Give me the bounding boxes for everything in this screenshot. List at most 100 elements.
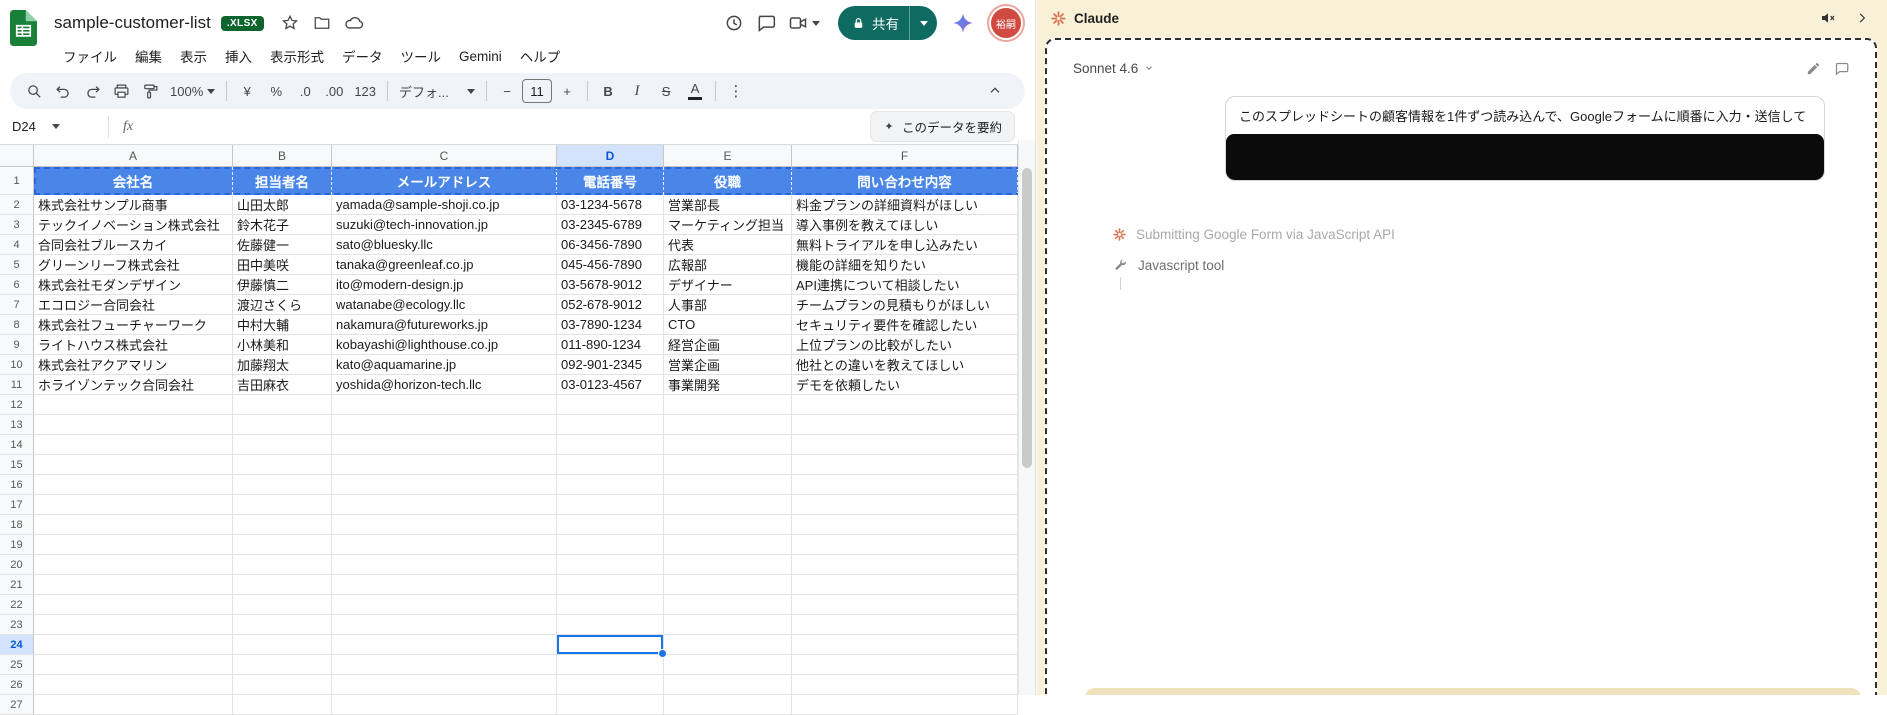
- tool-call-row[interactable]: Javascript tool: [1113, 258, 1875, 273]
- version-history-icon[interactable]: [718, 7, 750, 39]
- cell-F22[interactable]: [792, 595, 1018, 615]
- cell-D16[interactable]: [557, 475, 664, 495]
- cell-B23[interactable]: [233, 615, 332, 635]
- row-header-18[interactable]: 18: [0, 515, 34, 535]
- cell-E14[interactable]: [664, 435, 792, 455]
- cell-D27[interactable]: [557, 695, 664, 715]
- row-header-6[interactable]: 6: [0, 275, 34, 295]
- cell-D6[interactable]: 03-5678-9012: [557, 275, 664, 295]
- undo-icon[interactable]: [49, 77, 77, 105]
- cell-C11[interactable]: yoshida@horizon-tech.llc: [332, 375, 557, 395]
- cell-B1[interactable]: 担当者名: [233, 167, 332, 195]
- cell-C20[interactable]: [332, 555, 557, 575]
- row-header-10[interactable]: 10: [0, 355, 34, 375]
- cell-C17[interactable]: [332, 495, 557, 515]
- menu-help[interactable]: ヘルプ: [511, 42, 570, 70]
- row-header-24[interactable]: 24: [0, 635, 34, 655]
- cell-D21[interactable]: [557, 575, 664, 595]
- cell-F4[interactable]: 無料トライアルを申し込みたい: [792, 235, 1018, 255]
- cell-B16[interactable]: [233, 475, 332, 495]
- cell-A14[interactable]: [34, 435, 233, 455]
- cell-B18[interactable]: [233, 515, 332, 535]
- cell-D20[interactable]: [557, 555, 664, 575]
- menu-edit[interactable]: 編集: [126, 42, 171, 70]
- cell-F9[interactable]: 上位プランの比較がしたい: [792, 335, 1018, 355]
- font-select[interactable]: デフォ...: [394, 77, 480, 105]
- gemini-sparkle-icon[interactable]: [947, 7, 979, 39]
- row-header-21[interactable]: 21: [0, 575, 34, 595]
- menu-data[interactable]: データ: [333, 42, 392, 70]
- row-header-23[interactable]: 23: [0, 615, 34, 635]
- cell-A26[interactable]: [34, 675, 233, 695]
- row-header-25[interactable]: 25: [0, 655, 34, 675]
- cell-D1[interactable]: 電話番号: [557, 167, 664, 195]
- cell-A11[interactable]: ホライゾンテック合同会社: [34, 375, 233, 395]
- row-header-9[interactable]: 9: [0, 335, 34, 355]
- cell-F24[interactable]: [792, 635, 1018, 655]
- cell-C12[interactable]: [332, 395, 557, 415]
- cell-C10[interactable]: kato@aquamarine.jp: [332, 355, 557, 375]
- cell-D11[interactable]: 03-0123-4567: [557, 375, 664, 395]
- cell-F26[interactable]: [792, 675, 1018, 695]
- cell-D8[interactable]: 03-7890-1234: [557, 315, 664, 335]
- toolbar-more-button[interactable]: ⋮: [722, 77, 750, 105]
- cell-D9[interactable]: 011-890-1234: [557, 335, 664, 355]
- name-box[interactable]: D24: [12, 119, 100, 134]
- row-header-8[interactable]: 8: [0, 315, 34, 335]
- comments-icon[interactable]: [750, 7, 782, 39]
- cell-F23[interactable]: [792, 615, 1018, 635]
- cell-F15[interactable]: [792, 455, 1018, 475]
- cell-F18[interactable]: [792, 515, 1018, 535]
- cell-A17[interactable]: [34, 495, 233, 515]
- cell-A4[interactable]: 合同会社ブルースカイ: [34, 235, 233, 255]
- cell-F27[interactable]: [792, 695, 1018, 715]
- row-header-19[interactable]: 19: [0, 535, 34, 555]
- row-header-17[interactable]: 17: [0, 495, 34, 515]
- cell-B14[interactable]: [233, 435, 332, 455]
- cell-E3[interactable]: マーケティング担当: [664, 215, 792, 235]
- cell-E25[interactable]: [664, 655, 792, 675]
- menu-tools[interactable]: ツール: [392, 42, 451, 70]
- cell-E20[interactable]: [664, 555, 792, 575]
- cell-A19[interactable]: [34, 535, 233, 555]
- cell-C15[interactable]: [332, 455, 557, 475]
- row-header-12[interactable]: 12: [0, 395, 34, 415]
- cell-A13[interactable]: [34, 415, 233, 435]
- menu-insert[interactable]: 挿入: [216, 42, 261, 70]
- cell-C18[interactable]: [332, 515, 557, 535]
- cell-B26[interactable]: [233, 675, 332, 695]
- cell-D22[interactable]: [557, 595, 664, 615]
- row-header-15[interactable]: 15: [0, 455, 34, 475]
- collapse-toolbar-icon[interactable]: [981, 77, 1009, 105]
- row-header-13[interactable]: 13: [0, 415, 34, 435]
- cell-C9[interactable]: kobayashi@lighthouse.co.jp: [332, 335, 557, 355]
- menu-view[interactable]: 表示: [171, 42, 216, 70]
- cell-B12[interactable]: [233, 395, 332, 415]
- cell-C23[interactable]: [332, 615, 557, 635]
- cell-F10[interactable]: 他社との違いを教えてほしい: [792, 355, 1018, 375]
- row-header-4[interactable]: 4: [0, 235, 34, 255]
- cell-C27[interactable]: [332, 695, 557, 715]
- cell-D14[interactable]: [557, 435, 664, 455]
- cell-C2[interactable]: yamada@sample-shoji.co.jp: [332, 195, 557, 215]
- cell-C16[interactable]: [332, 475, 557, 495]
- cell-F25[interactable]: [792, 655, 1018, 675]
- cell-E18[interactable]: [664, 515, 792, 535]
- column-header-A[interactable]: A: [34, 145, 233, 166]
- cell-E16[interactable]: [664, 475, 792, 495]
- cell-D25[interactable]: [557, 655, 664, 675]
- row-header-3[interactable]: 3: [0, 215, 34, 235]
- account-avatar[interactable]: 裕嗣: [991, 8, 1021, 38]
- cell-C21[interactable]: [332, 575, 557, 595]
- cell-C8[interactable]: nakamura@futureworks.jp: [332, 315, 557, 335]
- cell-E5[interactable]: 広報部: [664, 255, 792, 275]
- share-dropdown[interactable]: [909, 6, 937, 40]
- cell-E1[interactable]: 役職: [664, 167, 792, 195]
- row-header-2[interactable]: 2: [0, 195, 34, 215]
- move-folder-icon[interactable]: [306, 7, 338, 39]
- row-header-16[interactable]: 16: [0, 475, 34, 495]
- cell-A7[interactable]: エコロジー合同会社: [34, 295, 233, 315]
- cell-E21[interactable]: [664, 575, 792, 595]
- cell-F8[interactable]: セキュリティ要件を確認したい: [792, 315, 1018, 335]
- cell-F7[interactable]: チームプランの見積もりがほしい: [792, 295, 1018, 315]
